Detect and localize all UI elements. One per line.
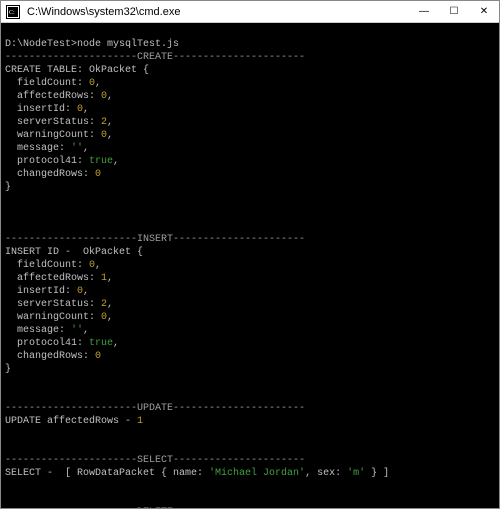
window-title: C:\Windows\system32\cmd.exe — [25, 6, 409, 18]
changed-rows-value: 0 — [95, 351, 101, 362]
field-count-label: fieldCount: — [5, 78, 89, 89]
warning-count-label: warningCount: — [5, 130, 101, 141]
warning-count-label: warningCount: — [5, 312, 101, 323]
field-count-value: 0 — [89, 78, 95, 89]
create-header: CREATE TABLE: OkPacket { — [5, 65, 149, 76]
message-value: '' — [71, 143, 83, 154]
insert-id-label: insertId: — [5, 104, 77, 115]
server-status-label: serverStatus: — [5, 117, 101, 128]
select-name: 'Michael Jordan' — [209, 468, 305, 479]
section-insert: ----------------------INSERT------------… — [5, 234, 305, 245]
window-controls: — ☐ ✕ — [409, 1, 499, 22]
insert-header: INSERT ID - OkPacket { — [5, 247, 143, 258]
affected-rows-value: 1 — [101, 273, 107, 284]
update-value: 1 — [137, 416, 143, 427]
affected-rows-label: affectedRows: — [5, 91, 101, 102]
changed-rows-label: changedRows: — [5, 169, 95, 180]
warning-count-value: 0 — [101, 130, 107, 141]
section-update: ----------------------UPDATE------------… — [5, 403, 305, 414]
message-label: message: — [5, 325, 71, 336]
protocol41-value: true — [89, 156, 113, 167]
prompt-line: D:\NodeTest>node mysqlTest.js — [5, 39, 179, 50]
select-label: SELECT - [ RowDataPacket { name: — [5, 468, 209, 479]
protocol41-value: true — [89, 338, 113, 349]
field-count-label: fieldCount: — [5, 260, 89, 271]
server-status-label: serverStatus: — [5, 299, 101, 310]
protocol41-label: protocol41: — [5, 338, 89, 349]
update-label: UPDATE affectedRows - — [5, 416, 137, 427]
field-count-value: 0 — [89, 260, 95, 271]
titlebar[interactable]: C: C:\Windows\system32\cmd.exe — ☐ ✕ — [1, 1, 499, 23]
affected-rows-value: 0 — [101, 91, 107, 102]
section-delete: ----------------------DELETE------------… — [5, 507, 305, 508]
select-mid: , sex: — [305, 468, 347, 479]
changed-rows-value: 0 — [95, 169, 101, 180]
cmd-window: C: C:\Windows\system32\cmd.exe — ☐ ✕ D:\… — [0, 0, 500, 509]
server-status-value: 2 — [101, 299, 107, 310]
message-value: '' — [71, 325, 83, 336]
close-brace: } — [5, 182, 11, 193]
insert-id-value: 0 — [77, 286, 83, 297]
server-status-value: 2 — [101, 117, 107, 128]
select-end: } ] — [365, 468, 389, 479]
message-label: message: — [5, 143, 71, 154]
section-create: ----------------------CREATE------------… — [5, 52, 305, 63]
affected-rows-label: affectedRows: — [5, 273, 101, 284]
warning-count-value: 0 — [101, 312, 107, 323]
close-button[interactable]: ✕ — [469, 1, 499, 22]
protocol41-label: protocol41: — [5, 156, 89, 167]
close-brace: } — [5, 364, 11, 375]
maximize-button[interactable]: ☐ — [439, 1, 469, 22]
svg-text:C:: C: — [9, 10, 15, 16]
section-select: ----------------------SELECT------------… — [5, 455, 305, 466]
insert-id-value: 0 — [77, 104, 83, 115]
select-sex: 'm' — [347, 468, 365, 479]
terminal-output[interactable]: D:\NodeTest>node mysqlTest.js ----------… — [1, 23, 499, 508]
cmd-icon: C: — [5, 4, 21, 20]
minimize-button[interactable]: — — [409, 1, 439, 22]
changed-rows-label: changedRows: — [5, 351, 95, 362]
insert-id-label: insertId: — [5, 286, 77, 297]
